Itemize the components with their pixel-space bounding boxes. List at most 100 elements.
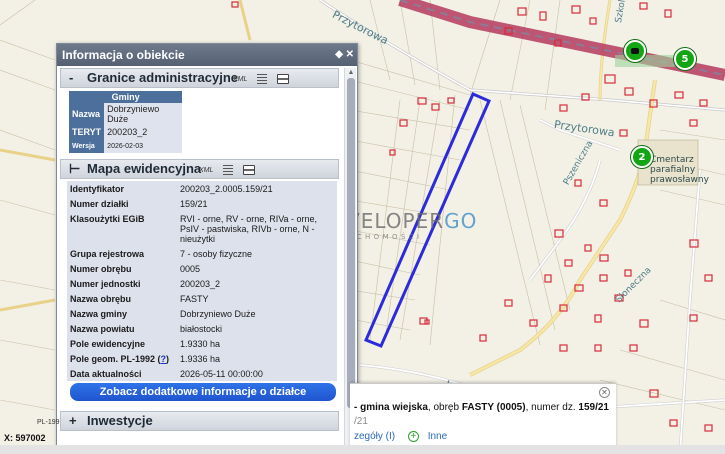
poi-line-3: prawosławny xyxy=(650,175,709,185)
section-granice-tools: XML xyxy=(233,71,290,89)
attr-key: Nazwa gminy xyxy=(70,309,128,319)
attr-value: FASTY xyxy=(180,294,209,304)
popup-obreb: FASTY (0005) xyxy=(461,402,526,413)
table-row: Numer działki 159/21 xyxy=(67,196,337,211)
more-parcel-info-button[interactable]: Zobacz dodatkowe informacje o działce xyxy=(70,383,336,401)
gminy-header: Gminy xyxy=(69,91,183,103)
attr-key: Data aktualności xyxy=(70,369,142,379)
print-icon[interactable] xyxy=(243,165,256,176)
gminy-value: 2026-02-03 xyxy=(104,139,183,153)
expand-icon[interactable]: + xyxy=(69,412,83,430)
attr-value: Dobrzyniewo Duże xyxy=(180,309,256,319)
print-icon[interactable] xyxy=(277,74,290,85)
popup-links: zegóły (I) + Inne xyxy=(354,431,447,442)
table-row: Nazwa gminy Dobrzyniewo Duże xyxy=(67,306,337,321)
section-granice-header[interactable]: - Granice administracyjne XML xyxy=(60,68,339,88)
attr-value: RVI - orne, RV - orne, RIVa - orne, PsIV… xyxy=(180,214,318,244)
collapse-icon[interactable]: - xyxy=(69,69,83,87)
attr-key: Nazwa obrębu xyxy=(70,294,132,304)
coordinate-readout-x: X: 597002 xyxy=(4,433,46,443)
scroll-up-icon[interactable]: ▲ xyxy=(346,69,356,77)
collapse-icon[interactable]: ⊢ xyxy=(69,160,83,178)
train-station-marker[interactable] xyxy=(624,40,646,62)
gminy-key: Nazwa xyxy=(69,103,105,125)
popup-text-num: , numer dz. xyxy=(525,402,579,413)
attr-key: Grupa rejestrowa xyxy=(70,249,145,259)
table-row: Wersja 2026-02-03 xyxy=(69,139,183,153)
add-icon[interactable]: + xyxy=(407,431,419,442)
close-icon[interactable]: ✕ xyxy=(346,44,354,66)
section-inwestycje-header[interactable]: + Inwestycje xyxy=(60,411,339,431)
help-link[interactable]: ? xyxy=(161,354,167,364)
location-marker-2[interactable]: 2 xyxy=(631,146,653,168)
attr-value: 0005 xyxy=(180,264,201,274)
poi-line-1: Cmentarz xyxy=(650,155,694,165)
table-row: Klasoużytki EGiB RVI - orne, RV - orne, R… xyxy=(67,211,337,246)
list-icon[interactable] xyxy=(257,74,268,85)
gminy-value: Dobrzyniewo Duże xyxy=(104,103,183,125)
attr-key: Nazwa powiatu xyxy=(70,324,135,334)
panel-titlebar[interactable]: Informacja o obiekcie ◆ ✕ xyxy=(57,44,357,66)
table-row: Nazwa obrębu FASTY xyxy=(67,291,337,306)
attr-key: Numer obrębu xyxy=(70,264,132,274)
popup-line2: /21 xyxy=(354,416,368,427)
details-link[interactable]: zegóły (I) xyxy=(354,431,395,442)
table-row: Pole ewidencyjne 1.9330 ha xyxy=(67,336,337,351)
other-link[interactable]: Inne xyxy=(428,431,447,442)
section-mapa-header[interactable]: ⊢ Mapa ewidencyjna XML xyxy=(60,159,339,179)
gminy-value: 200203_2 xyxy=(104,125,183,139)
panel-title: Informacja o obiekcie xyxy=(62,48,185,62)
xml-icon[interactable]: XML xyxy=(199,167,213,174)
attr-value: białostocki xyxy=(180,324,223,334)
table-row: Identyfikator 200203_2.0005.159/21 xyxy=(67,181,337,196)
section-inwestycje-title: Inwestycje xyxy=(87,413,153,428)
attr-key: Pole geom. PL-1992 (?) xyxy=(70,354,170,364)
green-area xyxy=(615,55,675,67)
panel-body: - Granice administracyjne XML Gminy Nazwa… xyxy=(57,66,342,453)
minimize-icon[interactable]: ◆ xyxy=(335,44,343,66)
attr-key: Pole ewidencyjne xyxy=(70,339,146,349)
table-row: Numer jednostki 200203_2 xyxy=(67,276,337,291)
gminy-table: Gminy Nazwa Dobrzyniewo Duże TERYT 200203_… xyxy=(69,91,183,153)
marker-count: 2 xyxy=(638,151,646,163)
popup-summary: - gmina wiejska, obręb FASTY (0005), num… xyxy=(354,402,609,413)
parcel-popup: ✕ - gmina wiejska, obręb FASTY (0005), n… xyxy=(350,383,616,454)
table-row: Numer obrębu 0005 xyxy=(67,261,337,276)
popup-text-mid: , obręb xyxy=(427,402,462,413)
list-icon[interactable] xyxy=(223,165,234,176)
object-info-panel: Informacja o obiekcie ◆ ✕ - Granice admin… xyxy=(56,43,358,454)
xml-icon[interactable]: XML xyxy=(233,76,247,83)
poi-label-cemetery: Cmentarz parafialny prawosławny xyxy=(650,155,709,185)
train-icon xyxy=(631,48,639,54)
gminy-key: Wersja xyxy=(69,139,105,153)
attr-key: Numer jednostki xyxy=(70,279,141,289)
attr-value: 159/21 xyxy=(180,199,208,209)
attr-value: 1.9330 ha xyxy=(180,339,221,349)
attr-value: 200203_2 xyxy=(180,279,221,289)
attr-key: Identyfikator xyxy=(70,184,125,194)
location-marker-5[interactable]: 5 xyxy=(674,48,696,70)
watermark-title-b: GO xyxy=(444,209,478,233)
status-bar xyxy=(0,445,725,454)
attr-key: Numer działki xyxy=(70,199,129,209)
attr-key: Klasoużytki EGiB xyxy=(70,214,145,224)
popup-gmina: - gmina wiejska xyxy=(354,402,428,413)
attr-value: 200203_2.0005.159/21 xyxy=(180,184,273,194)
gminy-key: TERYT xyxy=(69,125,105,139)
marker-count: 5 xyxy=(681,53,689,65)
table-row: Grupa rejestrowa 7 - osoby fizyczne xyxy=(67,246,337,261)
section-mapa-title: Mapa ewidencyjna xyxy=(87,161,202,176)
section-granice-title: Granice administracyjne xyxy=(87,70,239,85)
attr-value: 1.9336 ha xyxy=(180,354,221,364)
table-row: Pole geom. PL-1992 (?) 1.9336 ha xyxy=(67,351,337,366)
table-row: Nazwa Dobrzyniewo Duże xyxy=(69,103,183,125)
scroll-thumb[interactable] xyxy=(347,78,355,408)
parcel-attributes-table: Identyfikator 200203_2.0005.159/21 Numer … xyxy=(67,181,337,381)
projection-label: PL-199 xyxy=(37,419,60,426)
attr-key-text: Pole geom. PL-1992 xyxy=(70,354,156,364)
table-row: Nazwa powiatu białostocki xyxy=(67,321,337,336)
poi-line-2: parafialny xyxy=(650,165,696,175)
table-row: Data aktualności 2026-05-11 00:00:00 xyxy=(67,366,337,381)
popup-parcel-number: 159/21 xyxy=(578,402,609,413)
popup-close-icon[interactable]: ✕ xyxy=(599,387,610,398)
